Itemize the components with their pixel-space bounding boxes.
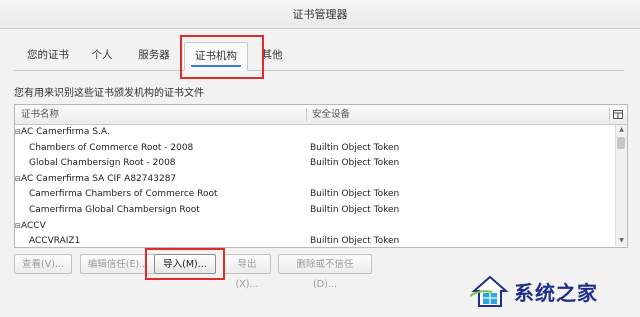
group-name: AC Camerfirma S.A.: [21, 127, 110, 137]
watermark-text: 系统之家: [514, 280, 598, 305]
column-divider[interactable]: [306, 108, 307, 121]
table-row[interactable]: ACCVRAIZ1 Builtin Object Token: [15, 234, 615, 247]
tab-bar: 您的证书 个人 服务器 证书机构 其他: [14, 42, 624, 71]
cert-name: Chambers of Commerce Root - 2008: [29, 142, 194, 153]
tab-label: 个人: [91, 49, 113, 61]
import-button[interactable]: 导入(M)...: [154, 254, 216, 274]
tab-people[interactable]: 个人: [82, 42, 122, 69]
tab-label: 证书机构: [195, 50, 237, 62]
window-titlebar: 证书管理器: [0, 0, 640, 29]
column-header-device[interactable]: 安全设备: [312, 105, 350, 124]
column-divider[interactable]: [609, 108, 610, 121]
table-row-group[interactable]: ⊟ACCV: [15, 219, 615, 235]
scroll-down-icon[interactable]: ▼: [616, 236, 627, 246]
edit-trust-button[interactable]: 编辑信任(E)...: [80, 254, 156, 274]
security-device: Builtin Object Token: [310, 142, 400, 153]
table-row[interactable]: Camerfirma Global Chambersign Root Built…: [15, 203, 615, 219]
cert-name: Camerfirma Global Chambersign Root: [29, 204, 200, 215]
tab-authorities[interactable]: 证书机构: [184, 42, 248, 71]
table-header: 证书名称 安全设备: [15, 105, 627, 125]
table-body: ⊟AC Camerfirma S.A. Chambers of Commerce…: [15, 125, 615, 247]
cert-name: Global Chambersign Root - 2008: [29, 158, 176, 169]
scroll-up-icon[interactable]: ▲: [616, 125, 627, 135]
tab-label: 您的证书: [27, 49, 69, 61]
vertical-scrollbar[interactable]: ▲ ▼: [615, 125, 627, 246]
tab-your-certificates[interactable]: 您的证书: [20, 42, 76, 69]
column-header-name[interactable]: 证书名称: [21, 105, 59, 124]
table-row[interactable]: Camerfirma Chambers of Commerce Root Bui…: [15, 187, 615, 203]
export-button[interactable]: 导出(X)...: [223, 254, 271, 290]
group-name: AC Camerfirma SA CIF A82743287: [21, 173, 177, 184]
security-device: Builtin Object Token: [310, 158, 400, 169]
table-row-group[interactable]: ⊟AC Camerfirma S.A.: [15, 125, 615, 141]
cert-name: Camerfirma Chambers of Commerce Root: [29, 189, 218, 200]
delete-distrust-button[interactable]: 删除或不信任(D)...: [278, 254, 372, 290]
description-text: 您有用来识别这些证书颁发机构的证书文件: [14, 88, 204, 99]
security-device: Builtin Object Token: [310, 189, 400, 200]
table-row[interactable]: Chambers of Commerce Root - 2008 Builtin…: [15, 141, 615, 157]
tab-servers[interactable]: 服务器: [128, 42, 180, 69]
column-picker-icon[interactable]: [611, 107, 625, 121]
active-tab-indicator: [191, 65, 241, 67]
window-title: 证书管理器: [292, 8, 348, 21]
tab-others[interactable]: 其他: [250, 42, 294, 69]
security-device: Builtin Object Token: [310, 236, 400, 247]
certificate-table: 证书名称 安全设备 ⊟AC Camerfirma S.A. Chambers o…: [14, 104, 628, 248]
cert-name: ACCVRAIZ1: [29, 236, 81, 247]
watermark: 系统之家: [469, 271, 634, 311]
scroll-thumb[interactable]: [617, 137, 625, 149]
group-name: ACCV: [21, 220, 46, 231]
tab-label: 服务器: [138, 49, 170, 61]
tab-label: 其他: [261, 49, 283, 61]
view-button[interactable]: 查看(V)...: [14, 254, 72, 274]
security-device: Builtin Object Token: [310, 204, 400, 215]
house-logo-icon: [469, 271, 510, 311]
table-row-group[interactable]: ⊟AC Camerfirma SA CIF A82743287: [15, 172, 615, 188]
table-row[interactable]: Global Chambersign Root - 2008 Builtin O…: [15, 156, 615, 172]
